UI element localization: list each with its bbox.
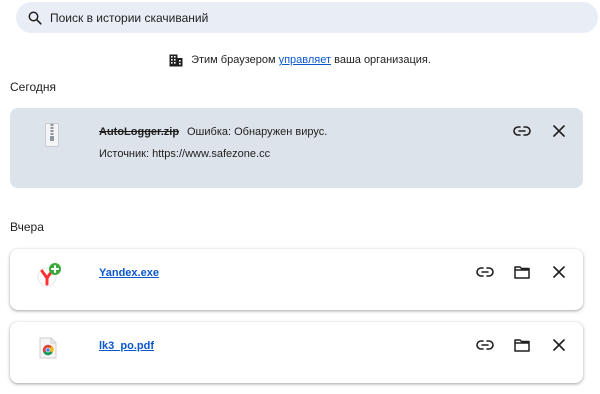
file-name-link[interactable]: lk3_po.pdf	[99, 340, 154, 352]
building-icon	[169, 54, 183, 67]
file-name: AutoLogger.zip	[99, 126, 180, 138]
download-item-autologger: AutoLogger.zip Ошибка: Обнаружен вирус. …	[10, 108, 583, 188]
file-name-link[interactable]: Yandex.exe	[99, 267, 159, 279]
search-icon	[28, 11, 42, 25]
search-bar[interactable]: Поиск в истории скачиваний	[16, 2, 598, 33]
folder-icon	[514, 265, 530, 279]
yandex-browser-icon	[36, 262, 62, 288]
remove-button[interactable]	[549, 121, 569, 141]
remove-button[interactable]	[549, 262, 569, 282]
chrome-document-icon	[38, 336, 58, 360]
download-source: Источник: https://www.safezone.cc	[99, 148, 271, 160]
show-in-folder-button[interactable]	[512, 335, 532, 355]
folder-icon	[514, 338, 530, 352]
download-error-status: Ошибка: Обнаружен вирус.	[187, 126, 328, 138]
link-icon	[476, 267, 494, 277]
section-title-today: Сегодня	[10, 80, 56, 94]
managed-text-prefix: Этим браузером	[191, 54, 279, 66]
managed-link[interactable]: управляет	[279, 54, 331, 66]
close-icon	[553, 266, 565, 278]
close-icon	[553, 125, 565, 137]
copy-link-button[interactable]	[475, 262, 495, 282]
download-item-yandex: Yandex.exe	[10, 249, 583, 310]
copy-link-button[interactable]	[512, 121, 532, 141]
download-item-pdf: lk3_po.pdf	[10, 322, 583, 383]
managed-notice: Этим браузером управляет ваша организаци…	[0, 52, 600, 68]
zip-file-icon	[44, 122, 60, 148]
copy-link-button[interactable]	[475, 335, 495, 355]
search-input[interactable]: Поиск в истории скачиваний	[50, 11, 208, 25]
section-title-yesterday: Вчера	[10, 220, 44, 234]
managed-text-suffix: ваша организация.	[331, 54, 431, 66]
link-icon	[476, 340, 494, 350]
show-in-folder-button[interactable]	[512, 262, 532, 282]
close-icon	[553, 339, 565, 351]
remove-button[interactable]	[549, 335, 569, 355]
link-icon	[513, 126, 531, 136]
